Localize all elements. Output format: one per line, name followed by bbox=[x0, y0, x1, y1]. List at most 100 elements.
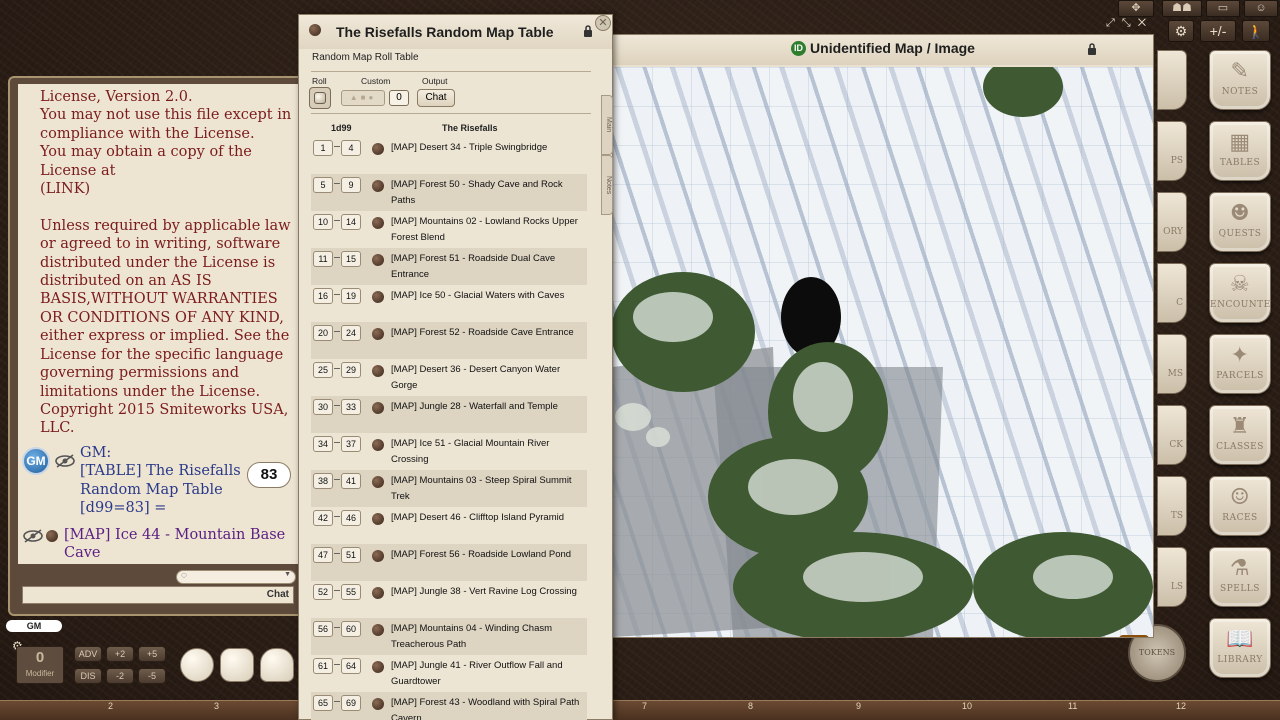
modifier-toggle-button[interactable]: +/- bbox=[1200, 20, 1236, 42]
link-dot-icon[interactable] bbox=[309, 24, 321, 36]
die-d10[interactable] bbox=[260, 648, 294, 682]
range-low[interactable]: 5 bbox=[313, 177, 333, 193]
row-result-text[interactable]: [MAP] Forest 51 - Roadside Dual Cave Ent… bbox=[391, 251, 581, 283]
range-low[interactable]: 56 bbox=[313, 621, 333, 637]
sidebar-item-partial[interactable]: LS bbox=[1157, 547, 1187, 607]
link-dot-icon[interactable] bbox=[372, 402, 384, 414]
sidebar-item-library[interactable]: 📖 LIBRARY bbox=[1209, 618, 1271, 678]
sidebar-item-partial[interactable]: TS bbox=[1157, 476, 1187, 536]
range-high[interactable]: 51 bbox=[341, 547, 361, 563]
range-low[interactable]: 38 bbox=[313, 473, 333, 489]
table-row[interactable]: 47 51 [MAP] Forest 56 - Roadside Lowland P… bbox=[311, 544, 587, 581]
toolbar-button-1[interactable]: ✥ bbox=[1118, 0, 1154, 17]
row-result-text[interactable]: [MAP] Forest 52 - Roadside Cave Entrance bbox=[391, 325, 581, 341]
link-dot-icon[interactable] bbox=[372, 513, 384, 525]
modifier-button-1[interactable]: +2 bbox=[106, 646, 134, 662]
table-row[interactable]: 10 14 [MAP] Mountains 02 - Lowland Rocks U… bbox=[311, 211, 587, 248]
lock-icon[interactable] bbox=[1087, 43, 1097, 56]
row-result-text[interactable]: [MAP] Mountains 03 - Steep Spiral Summit… bbox=[391, 473, 581, 505]
link-dot-icon[interactable] bbox=[372, 698, 384, 710]
row-result-text[interactable]: [MAP] Jungle 28 - Waterfall and Temple bbox=[391, 399, 581, 415]
range-high[interactable]: 15 bbox=[341, 251, 361, 267]
modifier-button-3[interactable]: DIS bbox=[74, 668, 102, 684]
chat-send-label[interactable]: Chat bbox=[267, 589, 289, 600]
row-result-text[interactable]: [MAP] Ice 50 - Glacial Waters with Caves bbox=[391, 288, 581, 304]
table-row[interactable]: 25 29 [MAP] Desert 36 - Desert Canyon Wate… bbox=[311, 359, 587, 396]
range-low[interactable]: 20 bbox=[313, 325, 333, 341]
table-row[interactable]: 61 64 [MAP] Jungle 41 - River Outflow Fall… bbox=[311, 655, 587, 692]
range-low[interactable]: 10 bbox=[313, 214, 333, 230]
range-high[interactable]: 33 bbox=[341, 399, 361, 415]
table-titlebar[interactable]: The Risefalls Random Map Table bbox=[299, 15, 612, 49]
range-low[interactable]: 25 bbox=[313, 362, 333, 378]
link-dot-icon[interactable] bbox=[372, 550, 384, 562]
modifier-button-2[interactable]: +5 bbox=[138, 646, 166, 662]
output-select[interactable]: Chat bbox=[417, 89, 455, 107]
row-result-text[interactable]: [MAP] Forest 56 - Roadside Lowland Pond bbox=[391, 547, 581, 563]
lock-icon[interactable] bbox=[583, 25, 593, 38]
range-high[interactable]: 9 bbox=[341, 177, 361, 193]
range-low[interactable]: 47 bbox=[313, 547, 333, 563]
link-dot-icon[interactable] bbox=[372, 439, 384, 451]
map-titlebar[interactable]: ID Unidentified Map / Image bbox=[613, 35, 1153, 65]
range-high[interactable]: 37 bbox=[341, 436, 361, 452]
link-dot-icon[interactable] bbox=[372, 587, 384, 599]
sidebar-item-encounters[interactable]: ☠ ENCOUNTERS bbox=[1209, 263, 1271, 323]
die-d12[interactable] bbox=[220, 648, 254, 682]
range-high[interactable]: 60 bbox=[341, 621, 361, 637]
sidebar-item-tables[interactable]: ▦ TABLES bbox=[1209, 121, 1271, 181]
tab-notes[interactable]: Notes bbox=[601, 155, 613, 215]
row-result-text[interactable]: [MAP] Ice 51 - Glacial Mountain River Cr… bbox=[391, 436, 581, 468]
result-link[interactable]: [MAP] Ice 44 - Mountain Base Cave bbox=[64, 526, 292, 563]
sidebar-item-partial[interactable]: C bbox=[1157, 263, 1187, 323]
table-row[interactable]: 5 9 [MAP] Forest 50 - Shady Cave and Rock … bbox=[311, 174, 587, 211]
range-high[interactable]: 46 bbox=[341, 510, 361, 526]
die-d20[interactable] bbox=[180, 648, 214, 682]
map-tool-button[interactable]: ⌖ bbox=[1119, 635, 1149, 637]
row-result-text[interactable]: [MAP] Forest 43 - Woodland with Spiral P… bbox=[391, 695, 581, 720]
modifier-button-5[interactable]: -5 bbox=[138, 668, 166, 684]
link-dot-icon[interactable] bbox=[372, 624, 384, 636]
range-high[interactable]: 64 bbox=[341, 658, 361, 674]
gm-identity-tag[interactable]: GM bbox=[6, 620, 62, 632]
row-result-text[interactable]: [MAP] Desert 46 - Clifftop Island Pyrami… bbox=[391, 510, 581, 526]
table-row[interactable]: 65 69 [MAP] Forest 43 - Woodland with Spir… bbox=[311, 692, 587, 720]
sidebar-item-parcels[interactable]: ✦ PARCELS bbox=[1209, 334, 1271, 394]
range-high[interactable]: 41 bbox=[341, 473, 361, 489]
table-row[interactable]: 34 37 [MAP] Ice 51 - Glacial Mountain Rive… bbox=[311, 433, 587, 470]
modifier-button-4[interactable]: -2 bbox=[106, 668, 134, 684]
table-row[interactable]: 16 19 [MAP] Ice 50 - Glacial Waters with C… bbox=[311, 285, 587, 322]
close-icon[interactable]: ✕ bbox=[595, 15, 611, 31]
row-result-text[interactable]: [MAP] Mountains 04 - Winding Chasm Treac… bbox=[391, 621, 581, 653]
table-row[interactable]: 30 33 [MAP] Jungle 28 - Waterfall and Temp… bbox=[311, 396, 587, 433]
range-high[interactable]: 24 bbox=[341, 325, 361, 341]
link-dot-icon[interactable] bbox=[372, 661, 384, 673]
link-dot-icon[interactable] bbox=[372, 254, 384, 266]
range-low[interactable]: 61 bbox=[313, 658, 333, 674]
range-low[interactable]: 30 bbox=[313, 399, 333, 415]
link-dot-icon[interactable] bbox=[372, 365, 384, 377]
range-high[interactable]: 19 bbox=[341, 288, 361, 304]
range-high[interactable]: 69 bbox=[341, 695, 361, 711]
modifier-button-0[interactable]: ADV bbox=[74, 646, 102, 662]
range-low[interactable]: 16 bbox=[313, 288, 333, 304]
row-result-text[interactable]: [MAP] Mountains 02 - Lowland Rocks Upper… bbox=[391, 214, 581, 246]
chat-input[interactable]: Chat bbox=[22, 586, 294, 604]
range-low[interactable]: 52 bbox=[313, 584, 333, 600]
link-dot-icon[interactable] bbox=[46, 530, 58, 542]
sidebar-item-races[interactable]: ☺ RACES bbox=[1209, 476, 1271, 536]
link-dot-icon[interactable] bbox=[372, 291, 384, 303]
roll-button[interactable] bbox=[309, 87, 331, 109]
modifier-box[interactable]: 0 Modifier bbox=[16, 646, 64, 684]
range-high[interactable]: 29 bbox=[341, 362, 361, 378]
toolbar-button-4[interactable]: ☺ bbox=[1244, 0, 1278, 17]
options-gear-button[interactable]: ⚙ bbox=[1168, 20, 1194, 42]
chat-mode-select[interactable]: ◌ ▼ bbox=[176, 570, 296, 584]
sidebar-item-classes[interactable]: ♜ CLASSES bbox=[1209, 405, 1271, 465]
table-row[interactable]: 52 55 [MAP] Jungle 38 - Vert Ravine Log Cr… bbox=[311, 581, 587, 618]
sidebar-item-quests[interactable]: ☻ QUESTS bbox=[1209, 192, 1271, 252]
table-row[interactable]: 38 41 [MAP] Mountains 03 - Steep Spiral Su… bbox=[311, 470, 587, 507]
sidebar-item-notes[interactable]: ✎ NOTES bbox=[1209, 50, 1271, 110]
tab-main[interactable]: Main bbox=[601, 95, 613, 155]
range-low[interactable]: 42 bbox=[313, 510, 333, 526]
